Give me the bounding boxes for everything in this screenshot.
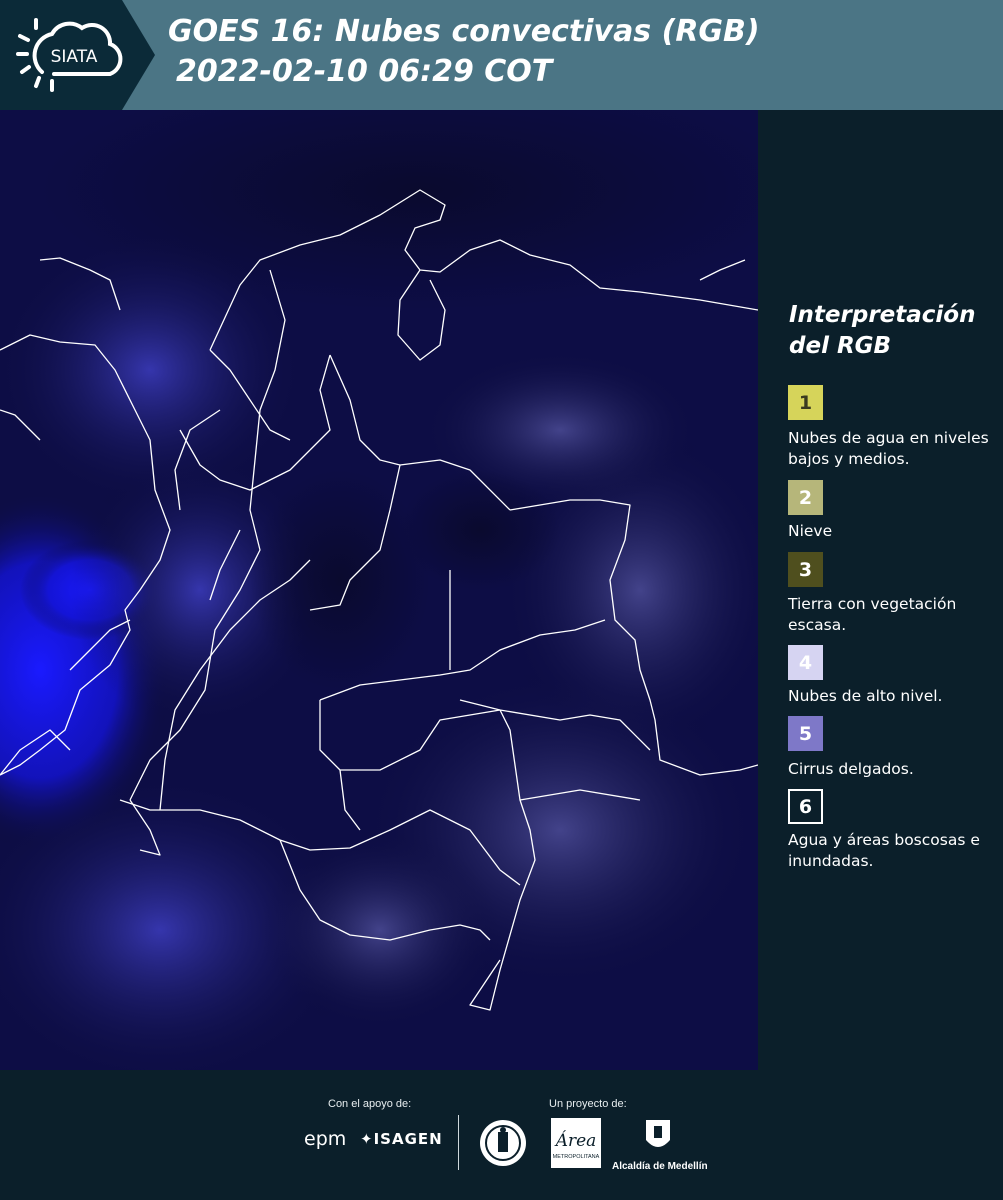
alcaldia-logo: Alcaldía de Medellín xyxy=(612,1118,708,1172)
area-metropolitana-logo: Área METROPOLITANA xyxy=(551,1118,601,1168)
legend-number: 1 xyxy=(798,391,813,414)
legend-title: Interpretación del RGB xyxy=(789,302,976,359)
legend-swatch-1: 1 xyxy=(788,385,823,420)
footer: Con el apoyo de: Un proyecto de: epm ✦IS… xyxy=(0,1070,1003,1200)
header-bar: SIATA GOES 16: Nubes convectivas (RGB) 2… xyxy=(0,0,1003,110)
medellin-seal-logo xyxy=(480,1120,526,1166)
legend-label-2: Nieve xyxy=(788,522,833,540)
legend-swatch-4: 4 xyxy=(788,645,823,680)
siata-logo: SIATA xyxy=(16,18,123,92)
isagen-logo-text: ISAGEN xyxy=(373,1130,443,1148)
legend-number: 5 xyxy=(798,722,813,745)
legend-label-5: Cirrus delgados. xyxy=(788,760,914,778)
legend-swatch-5: 5 xyxy=(788,716,823,751)
area-logo-text: Área xyxy=(554,1130,597,1151)
alcaldia-logo-text: Alcaldía de Medellín xyxy=(612,1161,708,1172)
footer-divider xyxy=(458,1115,459,1170)
epm-logo: epm xyxy=(304,1128,347,1150)
area-logo-subtitle: METROPOLITANA xyxy=(553,1154,600,1160)
satellite-image xyxy=(0,110,758,1070)
legend-panel: Interpretación del RGB 1 Nubes de agua e… xyxy=(758,110,1003,1070)
legend-label-3: Tierra con vegetación escasa. xyxy=(788,595,957,634)
legend-label-1: Nubes de agua en niveles bajos y medios. xyxy=(788,429,989,468)
alcaldia-shield-icon xyxy=(646,1120,670,1147)
legend-label-4: Nubes de alto nivel. xyxy=(788,687,943,705)
support-caption: Con el apoyo de: xyxy=(328,1098,412,1110)
isagen-logo: ✦ISAGEN xyxy=(360,1130,443,1148)
legend-number: 3 xyxy=(798,558,813,581)
satellite-map[interactable] xyxy=(0,110,758,1070)
project-caption: Un proyecto de: xyxy=(549,1098,627,1110)
legend-swatch-3: 3 xyxy=(788,552,823,587)
legend-number: 6 xyxy=(798,795,813,818)
legend-number: 4 xyxy=(798,651,813,674)
legend-label-6: Agua y áreas boscosas e inundadas. xyxy=(788,831,980,870)
isagen-star-icon: ✦ xyxy=(360,1130,374,1148)
page-timestamp: 2022-02-10 06:29 COT xyxy=(176,54,553,89)
siata-logo-text: SIATA xyxy=(51,47,98,67)
legend-swatch-2: 2 xyxy=(788,480,823,515)
legend-swatch-6: 6 xyxy=(788,789,823,824)
page-title: GOES 16: Nubes convectivas (RGB) xyxy=(168,14,760,49)
legend-number: 2 xyxy=(798,486,813,509)
